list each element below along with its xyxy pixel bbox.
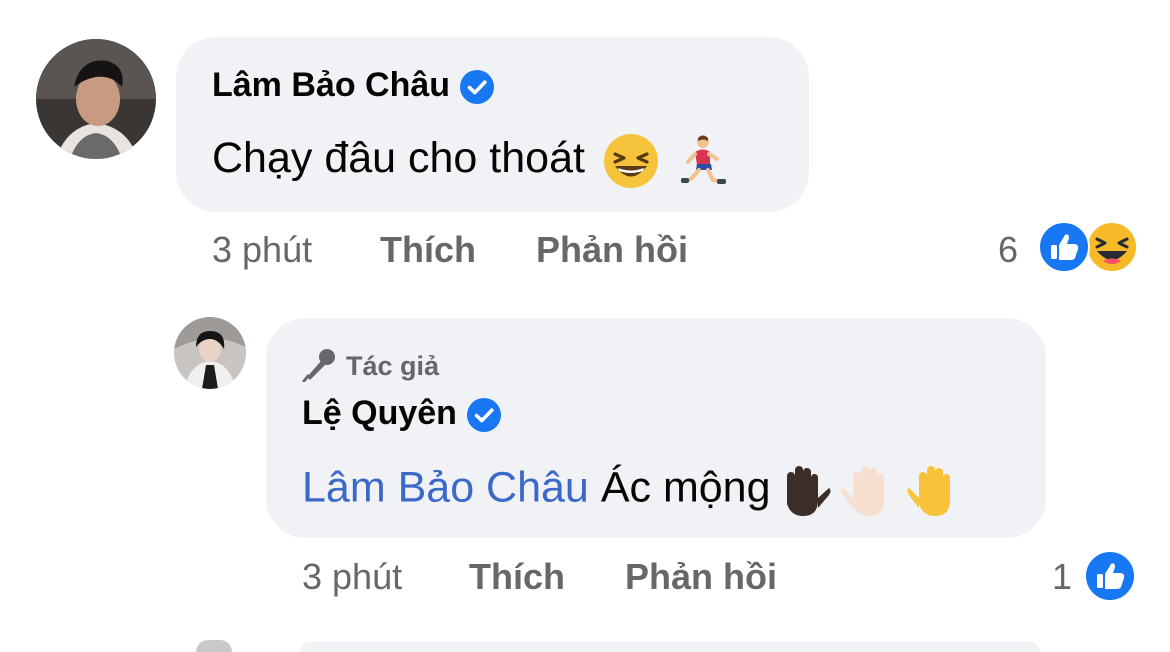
like-reaction-icon[interactable]	[1084, 550, 1136, 602]
avatar[interactable]	[174, 317, 246, 389]
author-name[interactable]: Lệ Quyên	[302, 394, 457, 432]
raised-hand-dark-icon	[773, 460, 833, 520]
like-button[interactable]: Thích	[380, 228, 476, 272]
comment-author[interactable]: Lâm Bảo Châu	[212, 65, 495, 105]
verified-badge-icon	[466, 398, 501, 433]
person-running-icon	[677, 133, 729, 189]
raised-hand-light-icon	[839, 460, 899, 520]
reaction-count[interactable]: 6	[998, 228, 1018, 272]
comment-author[interactable]: Lệ Quyên	[302, 393, 501, 433]
comment-text: Lâm Bảo Châu Ác mộng	[302, 460, 965, 520]
like-button[interactable]: Thích	[469, 555, 565, 599]
author-name[interactable]: Lâm Bảo Châu	[212, 66, 450, 104]
author-badge-label: Tác giả	[346, 351, 440, 382]
reply-button[interactable]: Phản hồi	[625, 555, 777, 599]
microphone-icon	[302, 346, 338, 390]
verified-badge-icon	[460, 70, 495, 105]
comment-text-content: Ác mộng	[600, 463, 771, 512]
raised-hand-yellow-icon	[905, 460, 965, 520]
next-comment-bubble	[300, 642, 1040, 652]
next-comment-avatar[interactable]	[196, 640, 232, 652]
grinning-squinting-face-icon	[603, 133, 659, 189]
comment-text: Chạy đâu cho thoát	[212, 132, 729, 189]
reaction-count[interactable]: 1	[1052, 555, 1072, 599]
comment-time[interactable]: 3 phút	[212, 228, 312, 272]
avatar[interactable]	[36, 39, 156, 159]
like-reaction-icon[interactable]	[1038, 221, 1090, 273]
comment-text-content: Chạy đâu cho thoát	[212, 134, 585, 182]
mention-link[interactable]: Lâm Bảo Châu	[302, 463, 589, 511]
haha-reaction-icon[interactable]	[1086, 221, 1138, 273]
author-badge: Tác giả	[302, 346, 439, 390]
comment-time[interactable]: 3 phút	[302, 555, 402, 599]
reply-button[interactable]: Phản hồi	[536, 228, 688, 272]
